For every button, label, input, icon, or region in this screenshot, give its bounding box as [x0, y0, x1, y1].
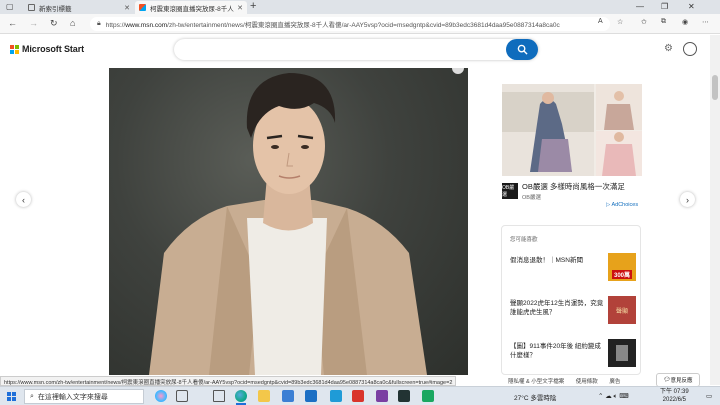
terms-link[interactable]: 使用條款 [576, 379, 598, 385]
forward-icon[interactable]: → [29, 18, 38, 29]
store-icon[interactable] [282, 390, 294, 402]
app-green-icon[interactable] [422, 390, 434, 402]
news-thumbnail[interactable] [608, 339, 636, 367]
news-thumbnail[interactable]: 300萬 [608, 253, 636, 281]
edge-icon[interactable] [235, 390, 247, 405]
article-gallery: ‹ OB嚴選 OB嚴選 多樣時尚風格一次滿足 OB嚴選 ▷ AdChoices … [0, 65, 710, 375]
news-title[interactable]: 聲顯2022虎年12生肖運勢，究竟誰能虎虎生風？ [510, 299, 604, 317]
word-icon[interactable] [330, 390, 342, 402]
office-icon[interactable] [352, 390, 364, 402]
weather-status[interactable]: 27°C 多雲時陰 [514, 392, 556, 402]
search-icon: ⌕ [30, 392, 34, 400]
settings-gear-icon[interactable]: ⚙ [664, 43, 673, 54]
mail-icon[interactable] [305, 390, 317, 402]
recommended-card: 您可能喜歡 假消息退散！｜MSN新聞 300萬 聲顯2022虎年12生肖運勢，究… [501, 225, 641, 375]
file-explorer-icon[interactable] [258, 390, 270, 402]
tab-title: 新索引標籤 [39, 5, 72, 13]
msn-header: Microsoft Start ⚙ [0, 35, 710, 65]
brand-name[interactable]: Microsoft Start [22, 44, 84, 54]
tab-msn-article[interactable]: 柯震東滾圈直播突放尿-8千人看傻 ✕ [135, 1, 247, 14]
account-avatar-icon[interactable] [683, 42, 697, 56]
taskbar-search-input[interactable]: ⌕ 在這裡輸入文字來搜尋 [24, 389, 144, 404]
scrollbar-thumb[interactable] [712, 75, 718, 100]
profile-icon[interactable]: ◉ [682, 18, 688, 26]
window-menu-icon[interactable]: ▢ [6, 2, 14, 11]
navigation-bar: ← → ↻ ⌂ 🔒︎ https://www.msn.com/zh-tw/ent… [0, 14, 720, 34]
ad-source: OB嚴選 [522, 195, 541, 201]
list-item[interactable]: 聲顯2022虎年12生肖運勢，究竟誰能虎虎生風？ 聲顯 [510, 296, 636, 324]
privacy-link[interactable]: 隱私權 & 小型文字檔案 [508, 379, 564, 385]
gallery-photo[interactable] [109, 68, 468, 375]
news-thumbnail[interactable]: 聲顯 [608, 296, 636, 324]
tray-icons[interactable]: ⌃ ☁ 🔈︎ ⌨ [598, 392, 629, 401]
taskbar: ⌕ 在這裡輸入文字來搜尋 27°C 多雲時陰 ⌃ ☁ 🔈︎ ⌨ 下午 07:39… [0, 386, 720, 405]
maximize-icon[interactable]: ❐ [661, 2, 668, 11]
search-input[interactable] [174, 39, 538, 60]
footer-links: 隱私權 & 小型文字檔案 使用條款 廣告 [508, 377, 630, 385]
system-clock[interactable]: 下午 07:39 2022/6/5 [660, 389, 689, 404]
address-url: https://www.msn.com/zh-tw/entertainment/… [105, 22, 560, 29]
lock-icon[interactable]: 🔒︎ [97, 20, 101, 28]
widgets-icon[interactable] [213, 390, 225, 402]
back-icon[interactable]: ← [8, 18, 17, 29]
cortana-icon[interactable] [155, 390, 167, 402]
search-icon [517, 44, 528, 55]
close-tab-icon[interactable]: ✕ [124, 4, 130, 12]
favorites-icon[interactable]: ✩ [641, 18, 647, 26]
app-icon[interactable] [376, 390, 388, 402]
previous-slide-button[interactable]: ‹ [16, 192, 31, 207]
favorite-star-icon[interactable]: ☆ [617, 18, 623, 26]
portrait-image [149, 73, 427, 375]
ad-logo: OB嚴選 [502, 183, 518, 199]
msn-favicon-icon [139, 4, 146, 11]
new-tab-favicon-icon [28, 4, 35, 11]
microsoft-logo-icon[interactable] [10, 45, 19, 54]
windows-start-icon[interactable] [7, 392, 16, 401]
ads-link[interactable]: 廣告 [609, 379, 620, 385]
refresh-icon[interactable]: ↻ [50, 18, 58, 29]
notifications-icon[interactable]: ▭ [706, 392, 712, 400]
list-item[interactable]: 假消息退散！｜MSN新聞 300萬 [510, 253, 636, 281]
minimize-icon[interactable]: — [636, 2, 644, 11]
news-title[interactable]: 假消息退散！｜MSN新聞 [510, 256, 604, 265]
tab-strip: ▢ 新索引標籤 ✕ 柯震東滾圈直播突放尿-8千人看傻 ✕ + — ❐ ✕ [0, 0, 720, 14]
list-item[interactable]: 【圖】911事件20年後 紐約變成什麼樣？ [510, 339, 636, 367]
news-title[interactable]: 【圖】911事件20年後 紐約變成什麼樣？ [510, 342, 604, 360]
next-slide-button[interactable]: › [680, 192, 695, 207]
feedback-button[interactable]: 💬︎ 意見反應 [656, 373, 700, 387]
adchoices-link[interactable]: ▷ AdChoices [606, 202, 638, 208]
collections-icon[interactable]: ⧉ [661, 18, 666, 26]
new-tab-button[interactable]: + [250, 0, 256, 12]
close-window-icon[interactable]: ✕ [688, 2, 695, 11]
more-icon[interactable]: ⋯ [702, 18, 709, 26]
search-button[interactable] [506, 39, 538, 60]
status-bar-url: https://www.msn.com/zh-tw/entertainment/… [0, 376, 457, 386]
read-aloud-icon[interactable]: A [598, 18, 603, 25]
card-header: 您可能喜歡 [510, 237, 538, 243]
xbox-icon[interactable] [398, 390, 410, 402]
close-tab-icon[interactable]: ✕ [237, 4, 243, 12]
tab-title: 柯震東滾圈直播突放尿-8千人看傻 [150, 5, 234, 13]
task-view-icon[interactable] [176, 390, 188, 402]
ad-image [502, 84, 642, 176]
sponsored-ad[interactable]: OB嚴選 OB嚴選 多樣時尚風格一次滿足 OB嚴選 [502, 84, 642, 201]
home-icon[interactable]: ⌂ [70, 18, 75, 29]
address-bar[interactable]: 🔒︎ https://www.msn.com/zh-tw/entertainme… [90, 17, 610, 31]
tab-new-tab[interactable]: 新索引標籤 ✕ [24, 1, 134, 14]
ad-headline[interactable]: OB嚴選 多樣時尚風格一次滿足 [522, 181, 625, 192]
